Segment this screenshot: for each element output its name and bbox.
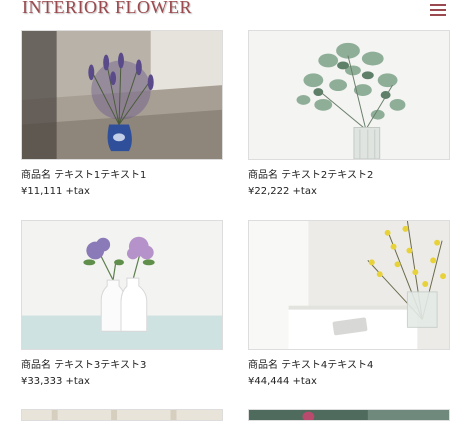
menu-line (430, 14, 446, 16)
product-image[interactable] (248, 409, 450, 421)
product-image[interactable] (21, 409, 223, 421)
product-name[interactable]: 商品名 テキスト1テキスト1 (21, 166, 223, 181)
product-image-eucalyptus[interactable] (248, 30, 450, 160)
product-name[interactable]: 商品名 テキスト4テキスト4 (248, 356, 450, 371)
product-price: ¥22,222 +tax (248, 186, 317, 197)
product-name[interactable]: 商品名 テキスト2テキスト2 (248, 166, 450, 181)
product-price: ¥44,444 +tax (248, 376, 317, 387)
product-name[interactable]: 商品名 テキスト3テキスト3 (21, 356, 223, 371)
product-card[interactable]: 商品名 テキスト3テキスト3 ¥33,333 +tax (21, 220, 223, 387)
product-card[interactable] (21, 409, 223, 421)
product-price: ¥33,333 +tax (21, 376, 90, 387)
menu-line (430, 4, 446, 6)
hamburger-menu-icon[interactable] (430, 3, 448, 17)
product-price: ¥11,111 +tax (21, 186, 90, 197)
product-card[interactable] (248, 409, 450, 421)
product-card[interactable]: 商品名 テキスト2テキスト2 ¥22,222 +tax (248, 30, 450, 197)
product-image-forsythia[interactable] (248, 220, 450, 350)
menu-line (430, 9, 446, 11)
product-card[interactable]: 商品名 テキスト1テキスト1 ¥11,111 +tax (21, 30, 223, 197)
product-image-hydrangea[interactable] (21, 220, 223, 350)
product-card[interactable]: 商品名 テキスト4テキスト4 ¥44,444 +tax (248, 220, 450, 387)
site-header: INTERIOR FLOWER (0, 0, 472, 24)
product-image-lavender[interactable] (21, 30, 223, 160)
site-logo[interactable]: INTERIOR FLOWER (22, 0, 192, 18)
